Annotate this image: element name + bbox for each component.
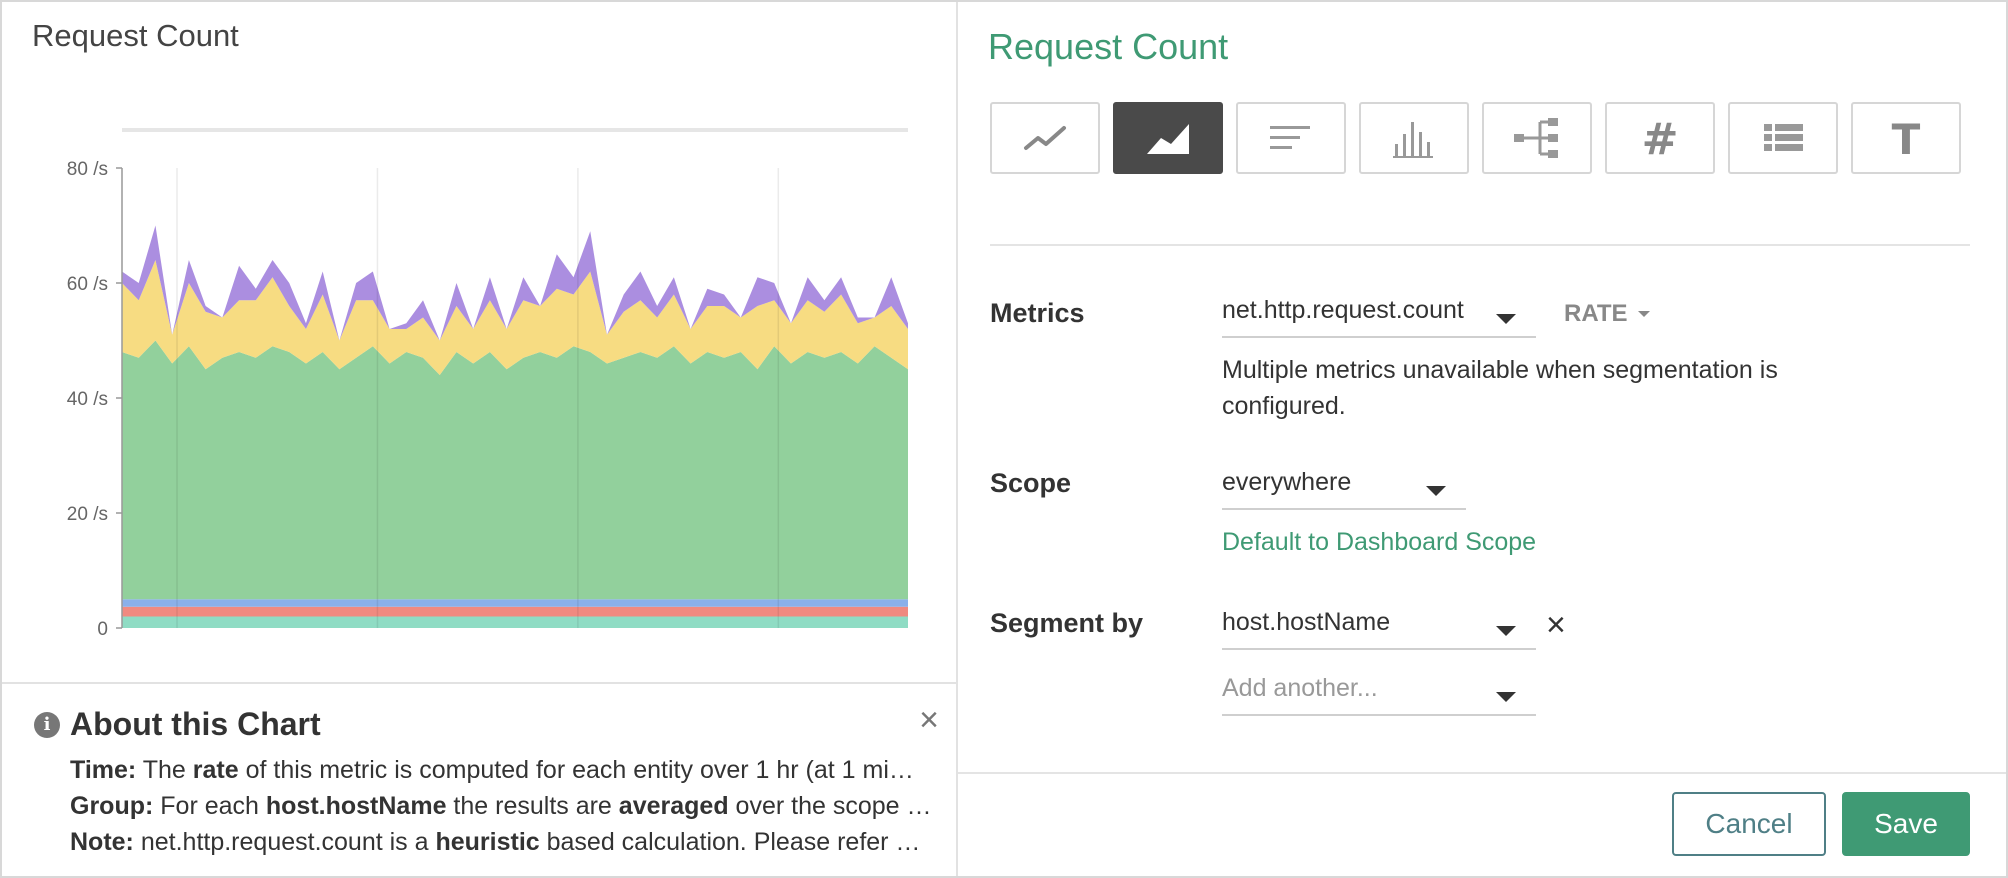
about-line-label: Note: — [70, 828, 134, 856]
close-icon[interactable]: × — [914, 703, 944, 737]
chart-type-top-list-button[interactable] — [1236, 102, 1346, 174]
area-series-2 — [122, 599, 908, 607]
about-line-text: of this metric is computed for each enti… — [238, 756, 914, 784]
metrics-help-text: Multiple metrics unavailable when segmen… — [1222, 356, 1778, 420]
chart-type-topology-button[interactable] — [1482, 102, 1592, 174]
about-line-text: over the scope … — [728, 792, 932, 820]
scope-select[interactable]: everywhere — [1222, 458, 1466, 510]
segment-select[interactable]: host.hostName — [1222, 598, 1536, 650]
chevron-down-icon — [1426, 486, 1446, 496]
about-line-text: rate — [192, 756, 239, 784]
about-line-text: the results are — [446, 792, 619, 820]
y-tick-label: 0 — [97, 619, 108, 640]
chart-type-line-chart-button[interactable] — [990, 102, 1100, 174]
about-line-text: host.hostName — [265, 792, 447, 820]
about-line-text: net.http.request.count is a — [133, 828, 436, 856]
chart-preview-pane: Request Count 0 20 /s 40 /s 60 /s 80 /s i Ab… — [2, 2, 956, 876]
about-line: Group: For each host.hostName the result… — [70, 788, 938, 824]
segment-by-label: Segment by — [990, 608, 1144, 638]
chevron-down-icon — [1637, 311, 1650, 317]
about-chart-header: i About this Chart — [34, 706, 321, 743]
footer-divider — [958, 772, 2006, 774]
editor-title: Request Count — [988, 26, 1229, 67]
chevron-down-icon — [1496, 692, 1516, 702]
area-series-0 — [122, 616, 908, 628]
chart-type-histogram-button[interactable] — [1359, 102, 1469, 174]
about-chart-title: About this Chart — [70, 706, 321, 742]
cancel-button[interactable]: Cancel — [1672, 792, 1826, 856]
chevron-down-icon — [1496, 626, 1516, 636]
y-tick-label: 40 /s — [67, 389, 108, 410]
svg-text:T: T — [1892, 116, 1921, 160]
about-line: Note: net.http.request.count is a heuris… — [70, 824, 938, 860]
about-line-text: For each — [153, 792, 266, 820]
chevron-down-icon — [1496, 314, 1516, 324]
chart-type-area-chart-button[interactable] — [1113, 102, 1223, 174]
y-tick-label: 60 /s — [67, 274, 108, 295]
segment-value: host.hostName — [1222, 608, 1391, 636]
aggregation-value: RATE — [1564, 300, 1628, 327]
metrics-label: Metrics — [990, 298, 1085, 328]
about-line: Time: The rate of this metric is compute… — [70, 752, 938, 788]
chart-editor-pane: Request Count # T Metrics net.http.reques… — [958, 2, 2006, 876]
info-icon: i — [34, 711, 60, 738]
chart-type-selector: # T — [990, 102, 1961, 174]
top-list-icon — [1270, 126, 1310, 149]
topology-icon — [1514, 118, 1558, 158]
add-segment-select[interactable]: Add another... — [1222, 664, 1536, 716]
scope-label: Scope — [990, 468, 1072, 498]
stacked-area-chart: 0 20 /s 40 /s 60 /s 80 /s — [67, 128, 908, 640]
about-line-label: Group: — [70, 792, 154, 820]
add-segment-placeholder: Add another... — [1222, 674, 1378, 702]
remove-segment-icon[interactable]: × — [1546, 608, 1566, 642]
about-line-text: The — [136, 756, 193, 784]
aggregation-dropdown[interactable]: RATE — [1564, 300, 1650, 328]
svg-text:#: # — [1642, 116, 1679, 160]
chart-type-text-button[interactable]: T — [1851, 102, 1961, 174]
save-button[interactable]: Save — [1842, 792, 1970, 856]
table-icon — [1764, 124, 1803, 151]
area-series-3 — [122, 340, 908, 600]
divider — [990, 244, 1970, 246]
y-tick-label: 80 /s — [67, 159, 108, 180]
about-line-text: heuristic — [435, 828, 540, 856]
about-chart-panel: i About this Chart × Time: The rate of t… — [2, 682, 956, 876]
default-dashboard-scope-link[interactable]: Default to Dashboard Scope — [1222, 528, 1536, 557]
about-chart-lines: Time: The rate of this metric is compute… — [70, 752, 938, 860]
chart-type-table-button[interactable] — [1728, 102, 1838, 174]
line-chart-icon — [1024, 126, 1066, 150]
histogram-icon — [1393, 122, 1433, 158]
about-line-text: based calculation. Please refer … — [539, 828, 921, 856]
chart-type-number-button[interactable]: # — [1605, 102, 1715, 174]
metric-value: net.http.request.count — [1222, 296, 1464, 324]
about-line-label: Time: — [70, 756, 137, 784]
area-chart-icon — [1147, 124, 1189, 154]
area-series-1 — [122, 606, 908, 617]
text-icon: T — [1892, 116, 1921, 160]
about-line-text: averaged — [618, 792, 729, 820]
scope-value: everywhere — [1222, 468, 1352, 496]
number-icon: # — [1642, 116, 1679, 160]
metric-select[interactable]: net.http.request.count — [1222, 286, 1536, 338]
y-tick-label: 20 /s — [67, 504, 108, 525]
